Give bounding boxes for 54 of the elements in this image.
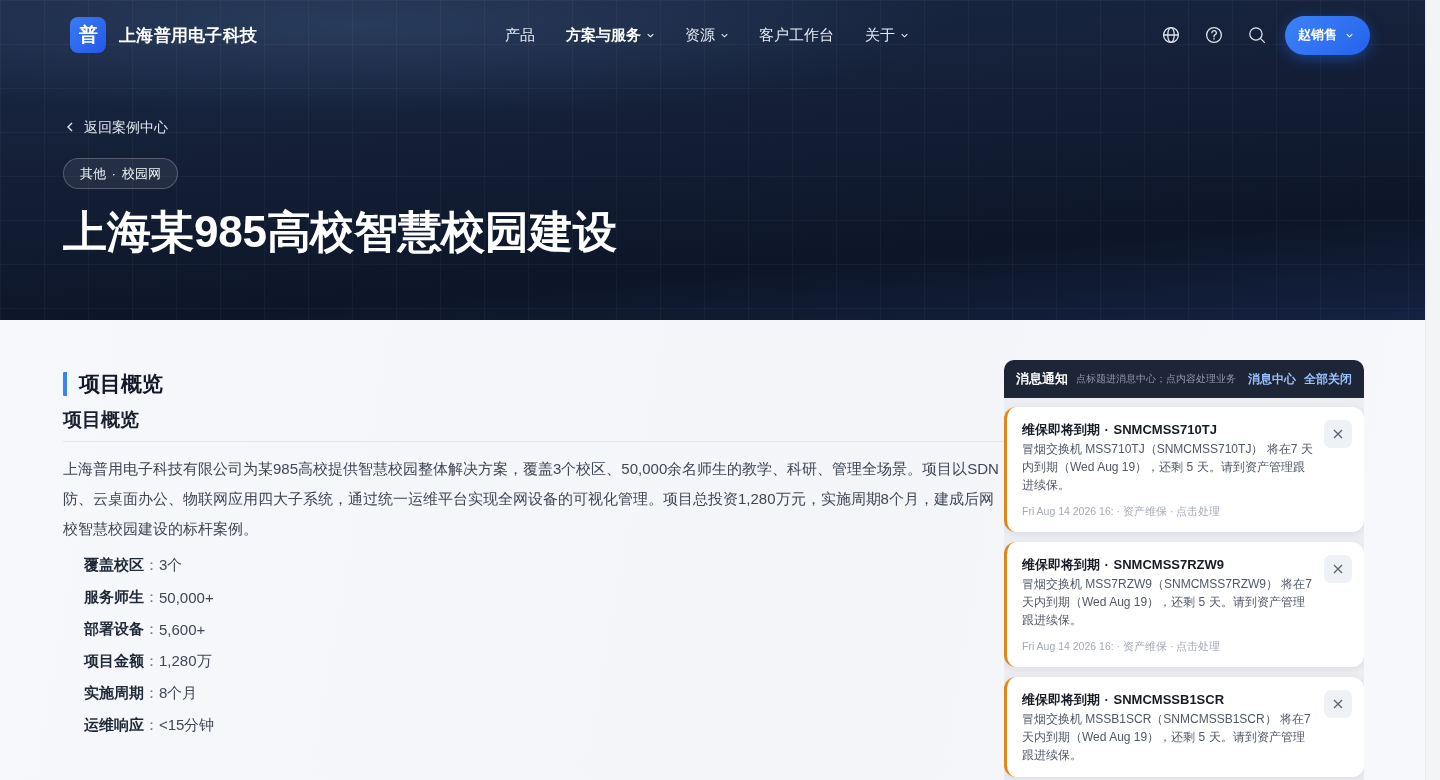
- fact-label: 部署设备：: [84, 619, 159, 639]
- fact-value: 8个月: [159, 683, 198, 703]
- fact-value: 50,000+: [159, 588, 214, 606]
- notification-message: 冒烟交换机 MSSB1SCR（SNMCMSSB1SCR） 将在7 天内到期（Wed Aug 19），还剩 5 天。请到资产管理跟进续保。: [1022, 711, 1312, 764]
- panel-link[interactable]: 全部关闭: [1304, 371, 1352, 387]
- logo-mark[interactable]: 普: [70, 17, 106, 53]
- caret-icon: [1346, 32, 1353, 38]
- page-title: 上海某985高校智慧校园建设: [63, 206, 617, 258]
- fact-value: 5,600+: [159, 620, 206, 638]
- panel-title[interactable]: 消息通知: [1016, 370, 1068, 388]
- close-button[interactable]: [1324, 555, 1352, 583]
- paragraph: 上海普用电子科技有限公司为某985高校提供智慧校园整体解决方案，覆盖3个校区、50,000余名师生的教学、科研、管理全场景。项目以SDN 防、云桌面办公、物联网应用四大子系统，通过统一运维平台实现全网设备的可视化管理。项目总投资1,280万元，实施周期8个月，建成后网 校智慧校园建设的标杆案例。: [63, 459, 1000, 539]
- fact-label: 实施周期：: [84, 683, 159, 703]
- close-icon: [1333, 699, 1343, 709]
- notification-message: 冒烟交换机 MSS7RZW9（SNMCMSS7RZW9） 将在7 天内到期（Wed Aug 19），还剩 5 天。请到资产管理跟进续保。: [1022, 576, 1314, 629]
- fact-label: 项目金额：: [84, 651, 159, 671]
- notification-card[interactable]: 维保即将到期 · SNMCMSSB1SCR 冒烟交换机 MSSB1SCR（SNMCMSSB1SCR） 将在7 天内到期（Wed Aug 19），还剩 5 天。请到资产管理跟进续保。: [1004, 677, 1364, 777]
- search-button[interactable]: [1248, 26, 1266, 44]
- back-link[interactable]: 返回案例中心: [67, 118, 168, 136]
- close-icon: [1333, 429, 1343, 439]
- notification-title[interactable]: 维保即将到期 · SNMCMSS7RZW9: [1022, 556, 1316, 574]
- help-button[interactable]: [1205, 26, 1223, 44]
- notification-title[interactable]: 维保即将到期 · SNMCMSS710TJ: [1022, 421, 1316, 439]
- close-button[interactable]: [1324, 690, 1352, 718]
- nav-item[interactable]: 产品: [504, 25, 535, 45]
- notification-card[interactable]: 维保即将到期 · SNMCMSS7RZW9 冒烟交换机 MSS7RZW9（SNMCMSS7RZW9） 将在7 天内到期（Wed Aug 19），还剩 5 天。请到资产管理跟进续保。 Fri Aug 14 2026 16: · 资产维保 · 点击处理: [1004, 542, 1364, 667]
- globe-icon: [1162, 26, 1180, 44]
- language-button[interactable]: [1162, 26, 1180, 44]
- user-menu-button[interactable]: 赵销售: [1285, 15, 1370, 55]
- close-icon: [1333, 564, 1343, 574]
- notification-meta: Fri Aug 14 2026 16: · 资产维保 · 点击处理: [1022, 504, 1222, 519]
- help-icon: [1205, 26, 1223, 44]
- fact-label: 服务师生：: [84, 587, 159, 607]
- fact-value: 1,280万: [159, 651, 212, 671]
- chevron-left-icon: [67, 122, 73, 132]
- nav-item[interactable]: 资源: [684, 25, 728, 45]
- fact-value: <15分钟: [159, 715, 215, 735]
- fact-value: 3个: [159, 555, 183, 575]
- fact-label: 运维响应：: [84, 715, 159, 735]
- nav-item[interactable]: 方案与服务: [565, 25, 654, 45]
- notification-card[interactable]: 维保即将到期 · SNMCMSS710TJ 冒烟交换机 MSS710TJ（SNMCMSS710TJ） 将在7 天内到期（Wed Aug 19），还剩 5 天。请到资产管理跟进续保。 Fri Aug 14 2026 16: · 资产维保 · 点击处理: [1004, 407, 1364, 532]
- panel-link[interactable]: 消息中心: [1248, 371, 1296, 387]
- nav-item[interactable]: 关于: [864, 25, 908, 45]
- category-tag: 其他 · 校园网: [63, 158, 178, 189]
- brand-name[interactable]: 上海普用电子科技: [119, 23, 258, 47]
- notification-title[interactable]: 维保即将到期 · SNMCMSSB1SCR: [1022, 691, 1316, 709]
- nav-item[interactable]: 客户工作台: [758, 25, 834, 45]
- subsection-heading: 项目概览: [63, 408, 1004, 442]
- close-button[interactable]: [1324, 420, 1352, 448]
- search-icon: [1248, 26, 1266, 44]
- panel-hint: 点标题进消息中心；点内容处理业务: [1076, 372, 1237, 386]
- notification-message: 冒烟交换机 MSS710TJ（SNMCMSS710TJ） 将在7 天内到期（Wed Aug 19），还剩 5 天。请到资产管理跟进续保。: [1022, 441, 1314, 494]
- fact-label: 覆盖校区：: [84, 555, 159, 575]
- notification-meta: Fri Aug 14 2026 16: · 资产维保 · 点击处理: [1022, 639, 1222, 654]
